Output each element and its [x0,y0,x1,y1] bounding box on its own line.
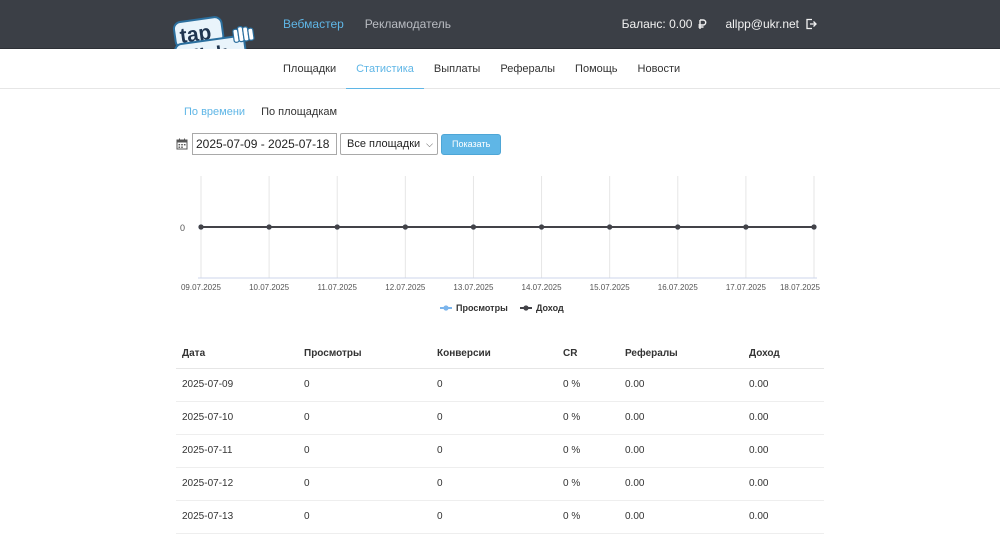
subnav-payouts[interactable]: Выплаты [424,49,490,89]
table-row: 2025-07-11 0 0 0 % 0.00 0.00 [176,434,824,468]
table-row: 2025-07-12 0 0 0 % 0.00 0.00 [176,467,824,501]
table-row: 2025-07-10 0 0 0 % 0.00 0.00 [176,401,824,435]
x-tick-label: 14.07.2025 [522,283,563,292]
cell-views: 0 [298,401,431,435]
sub-nav: Площадки Статистика Выплаты Рефералы Пом… [273,49,690,89]
table-header-row: Дата Просмотры Конверсии CR Рефералы Дох… [176,339,824,369]
nav-advertiser[interactable]: Рекламодатель [365,17,451,31]
subnav-news[interactable]: Новости [628,49,691,89]
main-nav: Вебмастер Рекламодатель [283,17,451,31]
cell-referrals: 0.00 [619,368,743,402]
cell-referrals: 0.00 [619,401,743,435]
cell-conversions: 0 [431,434,557,468]
date-range-input[interactable] [192,133,337,155]
filter-row: Все площадки ⌵ Показать [176,133,502,155]
subnav-statistics[interactable]: Статистика [346,49,424,89]
table-row: 2025-07-09 0 0 0 % 0.00 0.00 [176,368,824,402]
chart-svg: 0 09.07.2025 10.07.2025 11.07.2025 12.07.202… [180,176,821,313]
platform-select[interactable]: Все площадки ⌵ [340,133,438,155]
legend-marker [443,305,449,311]
subnav-platforms[interactable]: Площадки [273,49,346,89]
x-tick-label: 17.07.2025 [726,283,767,292]
x-tick-label: 12.07.2025 [385,283,426,292]
cell-views: 0 [298,500,431,534]
cell-cr: 0 % [557,368,619,402]
cell-cr: 0 % [557,401,619,435]
sub-nav-bar: Площадки Статистика Выплаты Рефералы Пом… [0,49,1000,89]
x-tick-label: 09.07.2025 [181,283,222,292]
cell-cr: 0 % [557,434,619,468]
cell-referrals: 0.00 [619,434,743,468]
data-point [266,224,272,230]
ruble-icon [698,18,707,29]
show-button[interactable]: Показать [441,133,502,155]
x-tick-label: 18.07.2025 [780,283,821,292]
stats-table: Дата Просмотры Конверсии CR Рефералы Дох… [176,339,824,534]
cell-date: 2025-07-09 [176,368,298,402]
x-tick-label: 10.07.2025 [249,283,290,292]
tab-by-time[interactable]: По времени [176,100,253,124]
data-point [538,224,545,230]
table-row: 2025-07-13 0 0 0 % 0.00 0.00 [176,500,824,534]
cell-views: 0 [298,368,431,402]
logout-icon[interactable] [805,18,817,30]
col-cr[interactable]: CR [557,339,619,369]
col-views[interactable]: Просмотры [298,339,431,369]
col-referrals[interactable]: Рефералы [619,339,743,369]
stats-chart: 0 09.07.2025 10.07.2025 11.07.2025 12.07.202… [170,170,830,320]
platform-select-value: Все площадки [347,138,421,150]
chevron-down-icon: ⌵ [426,138,433,149]
user-email: allpp@ukr.net [725,17,799,31]
x-tick-label: 13.07.2025 [453,283,494,292]
cell-income: 0.00 [743,368,824,402]
x-tick-label: 16.07.2025 [658,283,699,292]
col-conversions[interactable]: Конверсии [431,339,557,369]
cell-referrals: 0.00 [619,467,743,501]
data-point [811,224,817,230]
data-point [198,224,204,230]
data-point [743,224,749,230]
legend-label: Просмотры [456,303,508,313]
legend-label: Доход [536,303,564,313]
y-tick-label: 0 [180,223,185,233]
calendar-icon [176,138,188,150]
data-point [334,224,340,230]
cell-date: 2025-07-11 [176,434,298,468]
balance[interactable]: Баланс: 0.00 [622,17,708,31]
user-menu[interactable]: allpp@ukr.net [725,17,817,31]
cell-date: 2025-07-10 [176,401,298,435]
cell-conversions: 0 [431,500,557,534]
data-point [402,224,408,230]
tab-by-platforms[interactable]: По площадкам [253,100,345,124]
view-tabs: По времени По площадкам [176,100,345,124]
subnav-referrals[interactable]: Рефералы [490,49,565,89]
cell-conversions: 0 [431,368,557,402]
cell-cr: 0 % [557,500,619,534]
col-income[interactable]: Доход [743,339,824,369]
cell-income: 0.00 [743,401,824,435]
data-point [470,224,477,230]
cell-conversions: 0 [431,467,557,501]
nav-webmaster[interactable]: Вебмастер [283,17,344,31]
legend-marker [523,305,529,311]
top-bar: tap Click Вебмастер Рекламодатель Баланс… [0,0,1000,68]
cell-income: 0.00 [743,467,824,501]
cell-income: 0.00 [743,500,824,534]
data-point [607,224,613,230]
account-area: Баланс: 0.00 allpp@ukr.net [622,17,817,31]
subnav-help[interactable]: Помощь [565,49,628,89]
balance-text: Баланс: 0.00 [621,17,693,31]
data-point [675,224,681,230]
cell-date: 2025-07-12 [176,467,298,501]
cell-views: 0 [298,467,431,501]
cell-cr: 0 % [557,467,619,501]
x-tick-label: 11.07.2025 [317,283,357,292]
cell-date: 2025-07-13 [176,500,298,534]
cell-referrals: 0.00 [619,500,743,534]
col-date[interactable]: Дата [176,339,298,369]
cell-income: 0.00 [743,434,824,468]
cell-views: 0 [298,434,431,468]
x-tick-label: 15.07.2025 [590,283,631,292]
cell-conversions: 0 [431,401,557,435]
